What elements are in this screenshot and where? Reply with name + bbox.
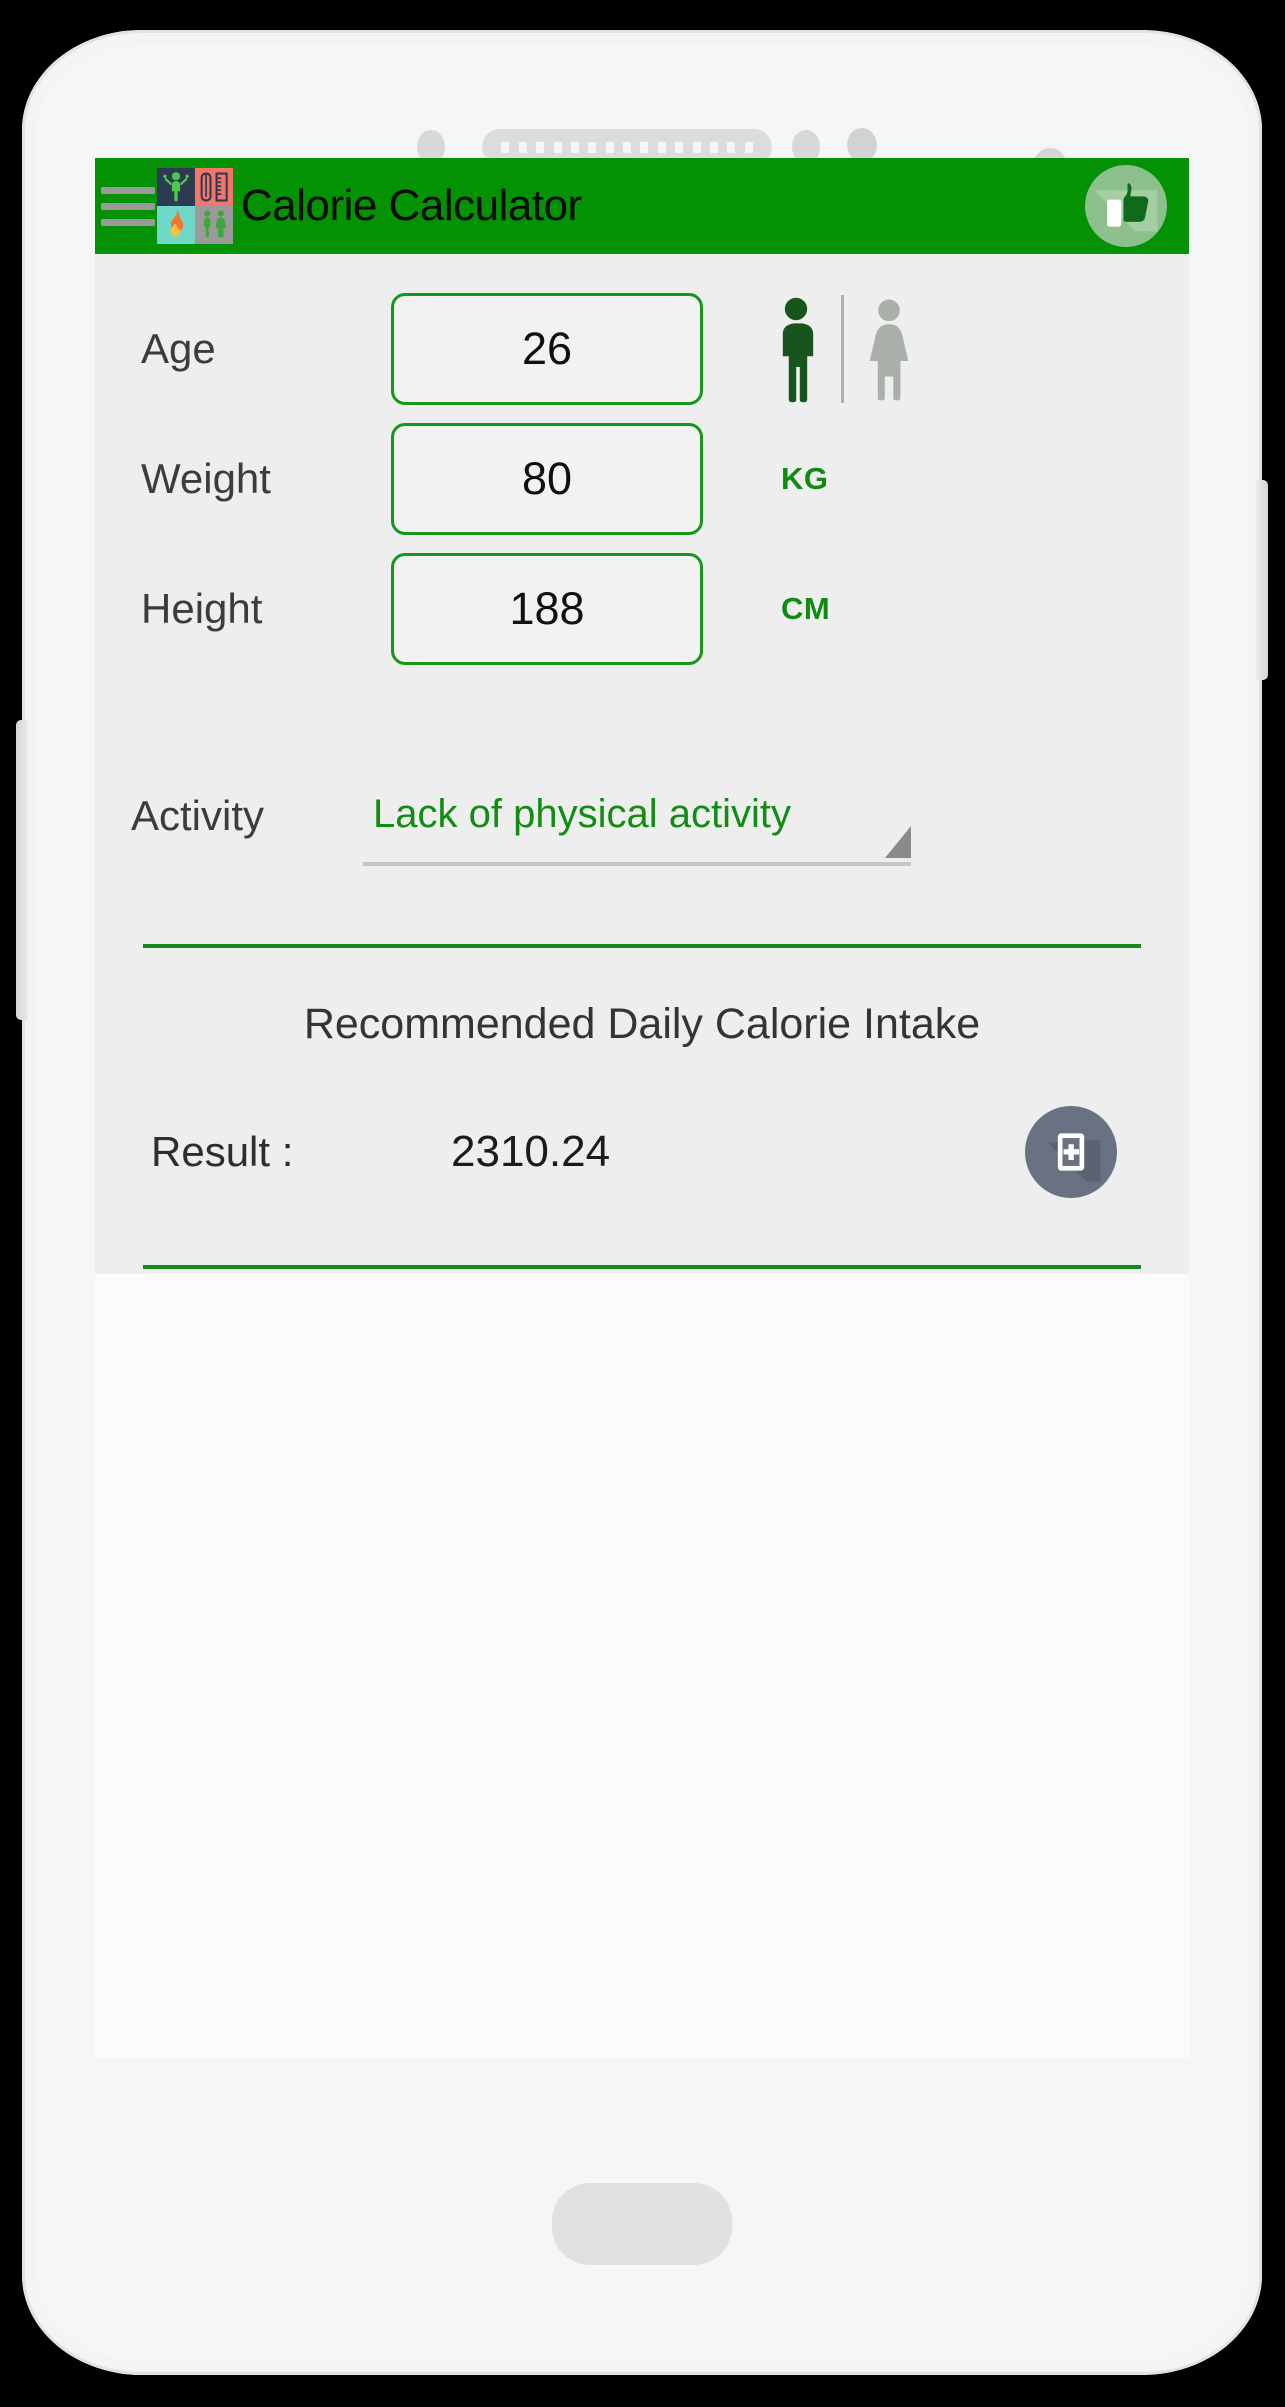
gender-divider (841, 295, 844, 403)
app-title: Calorie Calculator (241, 181, 582, 230)
height-input[interactable]: 188 (391, 553, 703, 665)
result-label: Result : (151, 1128, 294, 1175)
app-icon-quadrant-calorie-burn (157, 206, 195, 244)
app-icon-quadrant-exercise (157, 168, 195, 206)
app-icon-quadrant-measure (195, 168, 233, 206)
phone-screen: Calorie Calculator Age 26 Weight 80 KG H… (95, 158, 1189, 2058)
weight-label: Weight (141, 455, 271, 502)
activity-label: Activity (131, 792, 265, 839)
dropdown-caret-icon (885, 826, 911, 858)
height-unit-label: CM (781, 591, 831, 626)
thumbs-up-icon[interactable] (1085, 165, 1167, 247)
activity-selected-value: Lack of physical activity (373, 791, 791, 836)
weight-input[interactable]: 80 (391, 423, 703, 535)
led-indicator-icon (847, 128, 877, 162)
app-content: Age 26 Weight 80 KG Height 188 CM Activi… (95, 254, 1189, 2058)
hamburger-menu-icon[interactable] (101, 186, 155, 226)
volume-rocker-button[interactable] (16, 720, 28, 1020)
top-bezel (22, 30, 1262, 190)
gender-option-male[interactable] (765, 290, 827, 408)
divider-above-result (143, 944, 1141, 948)
weight-unit-label: KG (781, 461, 829, 496)
result-value: 2310.24 (451, 1127, 611, 1176)
phone-device: Calorie Calculator Age 26 Weight 80 KG H… (16, 30, 1268, 2375)
field-row-weight: Weight 80 KG (95, 414, 1189, 544)
age-input[interactable]: 26 (391, 293, 703, 405)
power-button[interactable] (1256, 480, 1268, 680)
calorie-input-form: Age 26 Weight 80 KG Height 188 CM Activi… (95, 254, 1189, 1269)
gender-option-female[interactable] (858, 290, 920, 408)
height-label: Height (141, 585, 263, 632)
field-row-height: Height 188 CM (95, 544, 1189, 674)
add-to-list-icon[interactable] (1025, 1106, 1117, 1198)
result-row: Result : 2310.24 (95, 1097, 1189, 1207)
home-button[interactable] (552, 2183, 732, 2265)
field-row-age: Age 26 (95, 284, 1189, 414)
field-row-activity: Activity Lack of physical activity (95, 756, 1189, 876)
gender-selector (765, 290, 920, 408)
empty-scroll-area (95, 1274, 1189, 2058)
age-label: Age (141, 325, 216, 372)
divider-below-result (143, 1265, 1141, 1269)
app-action-bar: Calorie Calculator (95, 158, 1189, 254)
app-icon-quadrant-gender (195, 206, 233, 244)
result-section-title: Recommended Daily Calorie Intake (303, 1000, 981, 1048)
calorie-calculator-app-icon (157, 168, 233, 244)
activity-dropdown[interactable]: Lack of physical activity (363, 766, 911, 866)
